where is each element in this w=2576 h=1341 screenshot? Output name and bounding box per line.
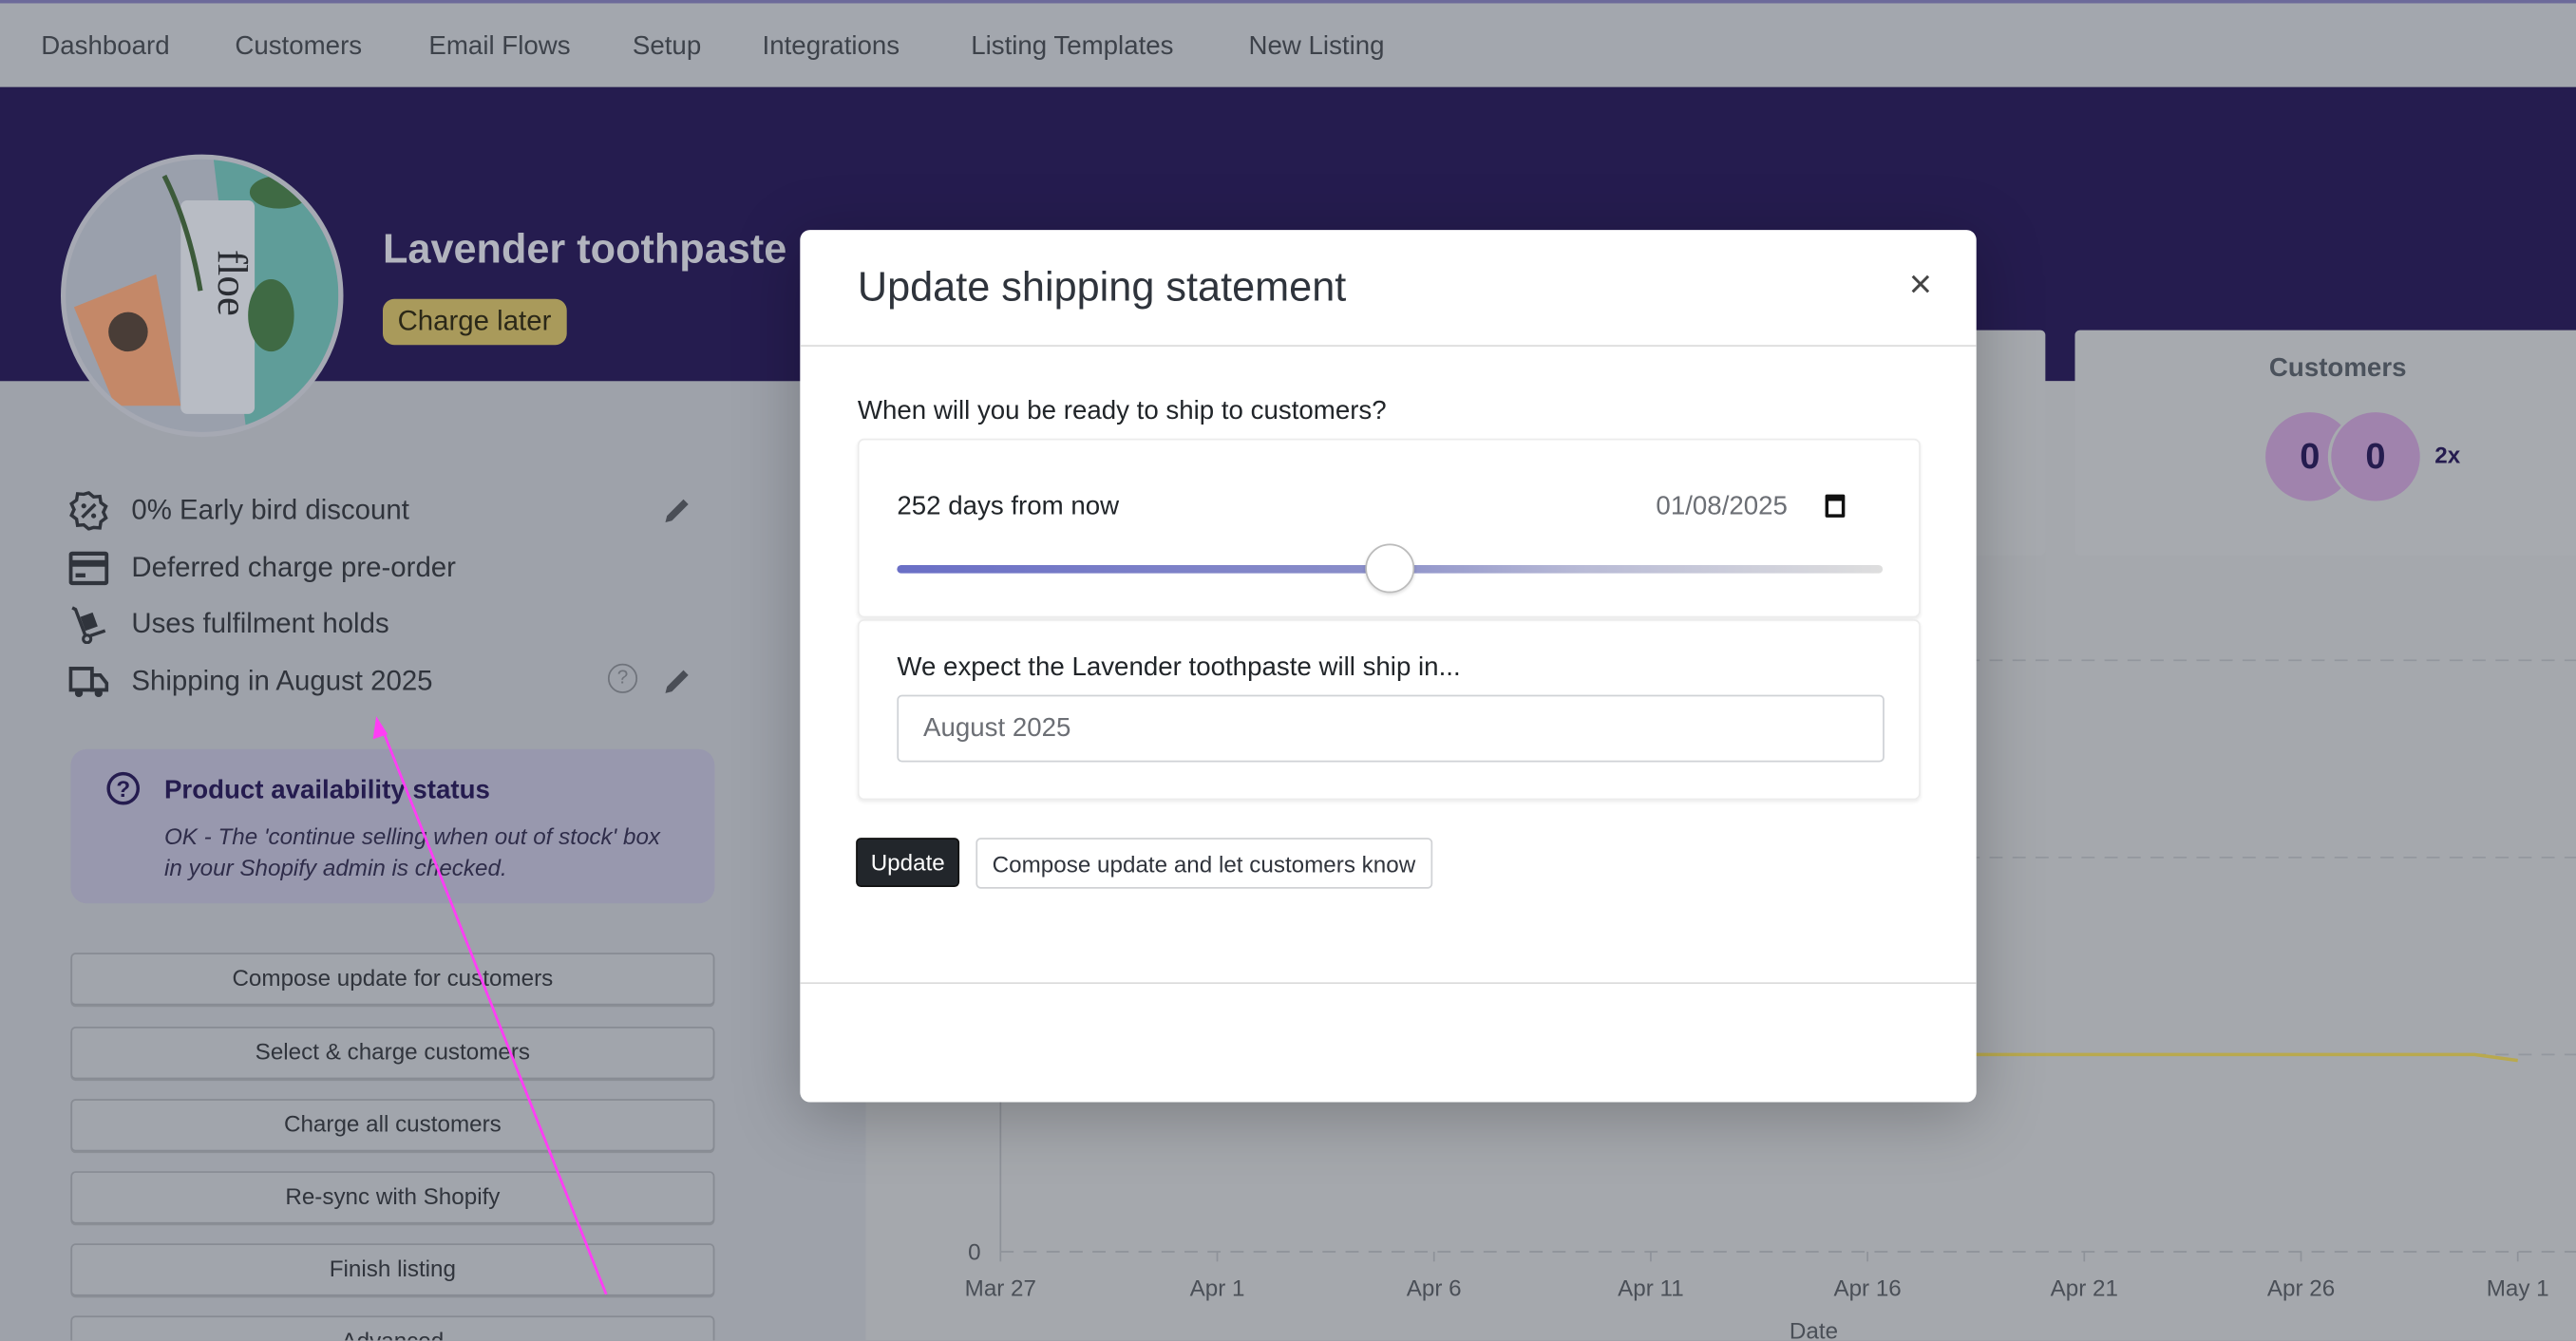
compose-update-button[interactable]: Compose update for customers: [70, 953, 715, 1006]
date-input[interactable]: 01/08/2025: [1656, 493, 1788, 522]
feature-deferred-charge: Deferred charge pre-order: [68, 549, 710, 589]
charge-later-badge: Charge later: [382, 298, 566, 346]
arrow-head: [372, 716, 388, 740]
x-tick-label: Apr 6: [1407, 1276, 1462, 1302]
nav-email-flows[interactable]: Email Flows: [428, 33, 570, 63]
x-tick-label: May 1: [2487, 1276, 2549, 1302]
customer-count-bubble: 0: [2331, 412, 2420, 501]
y-tick-label: 0: [968, 1240, 980, 1266]
ship-statement-input[interactable]: [897, 694, 1885, 763]
product-title: Lavender toothpaste: [382, 226, 787, 274]
product-image: floe: [60, 154, 344, 438]
update-button[interactable]: Update: [856, 838, 960, 887]
nav-dashboard[interactable]: Dashboard: [41, 33, 169, 63]
x-tick-label: Mar 27: [965, 1276, 1036, 1302]
select-charge-button[interactable]: Select & charge customers: [70, 1027, 715, 1080]
nav-listing-templates[interactable]: Listing Templates: [971, 33, 1173, 63]
x-tick-label: Apr 21: [2051, 1276, 2118, 1302]
truck-icon: [68, 667, 109, 698]
pencil-icon[interactable]: [660, 495, 693, 528]
date-picker-card: 252 days from now 01/08/2025: [857, 438, 1921, 618]
resync-shopify-button[interactable]: Re-sync with Shopify: [70, 1171, 715, 1224]
x-axis-label: Date: [1790, 1319, 1838, 1341]
calendar-icon[interactable]: [1825, 494, 1846, 518]
advanced-button[interactable]: Advanced: [70, 1315, 715, 1341]
top-nav: Dashboard Customers Email Flows Setup In…: [0, 0, 2576, 87]
customers-title: Customers: [2268, 354, 2407, 383]
ship-question: When will you be ready to ship to custom…: [857, 397, 1387, 425]
question-circle-icon: ?: [106, 771, 141, 805]
days-from-now: 252 days from now: [897, 492, 1120, 521]
days-slider[interactable]: [897, 543, 1884, 594]
pencil-icon[interactable]: [660, 665, 693, 698]
customers-card: Customers 0 0 2x: [2074, 330, 2576, 556]
ship-statement-card: We expect the Lavender toothpaste will s…: [857, 619, 1921, 801]
compose-update-notify-button[interactable]: Compose update and let customers know: [975, 838, 1432, 889]
availability-body: OK - The 'continue selling when out of s…: [163, 822, 661, 881]
nav-integrations[interactable]: Integrations: [763, 33, 900, 63]
modal-header: Update shipping statement ×: [800, 230, 1977, 347]
ship-statement-label: We expect the Lavender toothpaste will s…: [897, 653, 1461, 682]
feature-shipping: Shipping in August 2025 ?: [68, 662, 710, 702]
hand-truck-icon: [71, 606, 106, 645]
modal-footer: [800, 982, 1977, 985]
nav-new-listing[interactable]: New Listing: [1248, 33, 1384, 63]
nav-setup[interactable]: Setup: [633, 33, 701, 63]
x-tick-label: Apr 11: [1618, 1276, 1684, 1302]
update-shipping-modal: Update shipping statement × When will yo…: [800, 230, 1977, 1103]
charge-all-button[interactable]: Charge all customers: [70, 1099, 715, 1152]
finish-listing-button[interactable]: Finish listing: [70, 1243, 715, 1296]
credit-card-icon: [68, 551, 109, 586]
close-icon[interactable]: ×: [1901, 265, 1941, 306]
x-tick-label: Apr 26: [2267, 1276, 2335, 1302]
availability-status: ? Product availability status OK - The '…: [70, 748, 715, 904]
x-tick-label: Apr 16: [1833, 1276, 1901, 1302]
slider-thumb[interactable]: [1365, 543, 1415, 594]
feature-fulfilment-holds: Uses fulfilment holds: [69, 604, 710, 645]
feature-early-bird: 0% Early bird discount: [69, 491, 710, 531]
discount-badge-icon: [69, 491, 108, 531]
customer-multiplier: 2x: [2434, 442, 2461, 468]
modal-title: Update shipping statement: [857, 264, 1347, 311]
help-icon[interactable]: ?: [607, 663, 638, 693]
nav-customers[interactable]: Customers: [235, 33, 362, 63]
x-tick-label: Apr 1: [1190, 1276, 1245, 1302]
availability-heading: Product availability status: [163, 777, 490, 805]
